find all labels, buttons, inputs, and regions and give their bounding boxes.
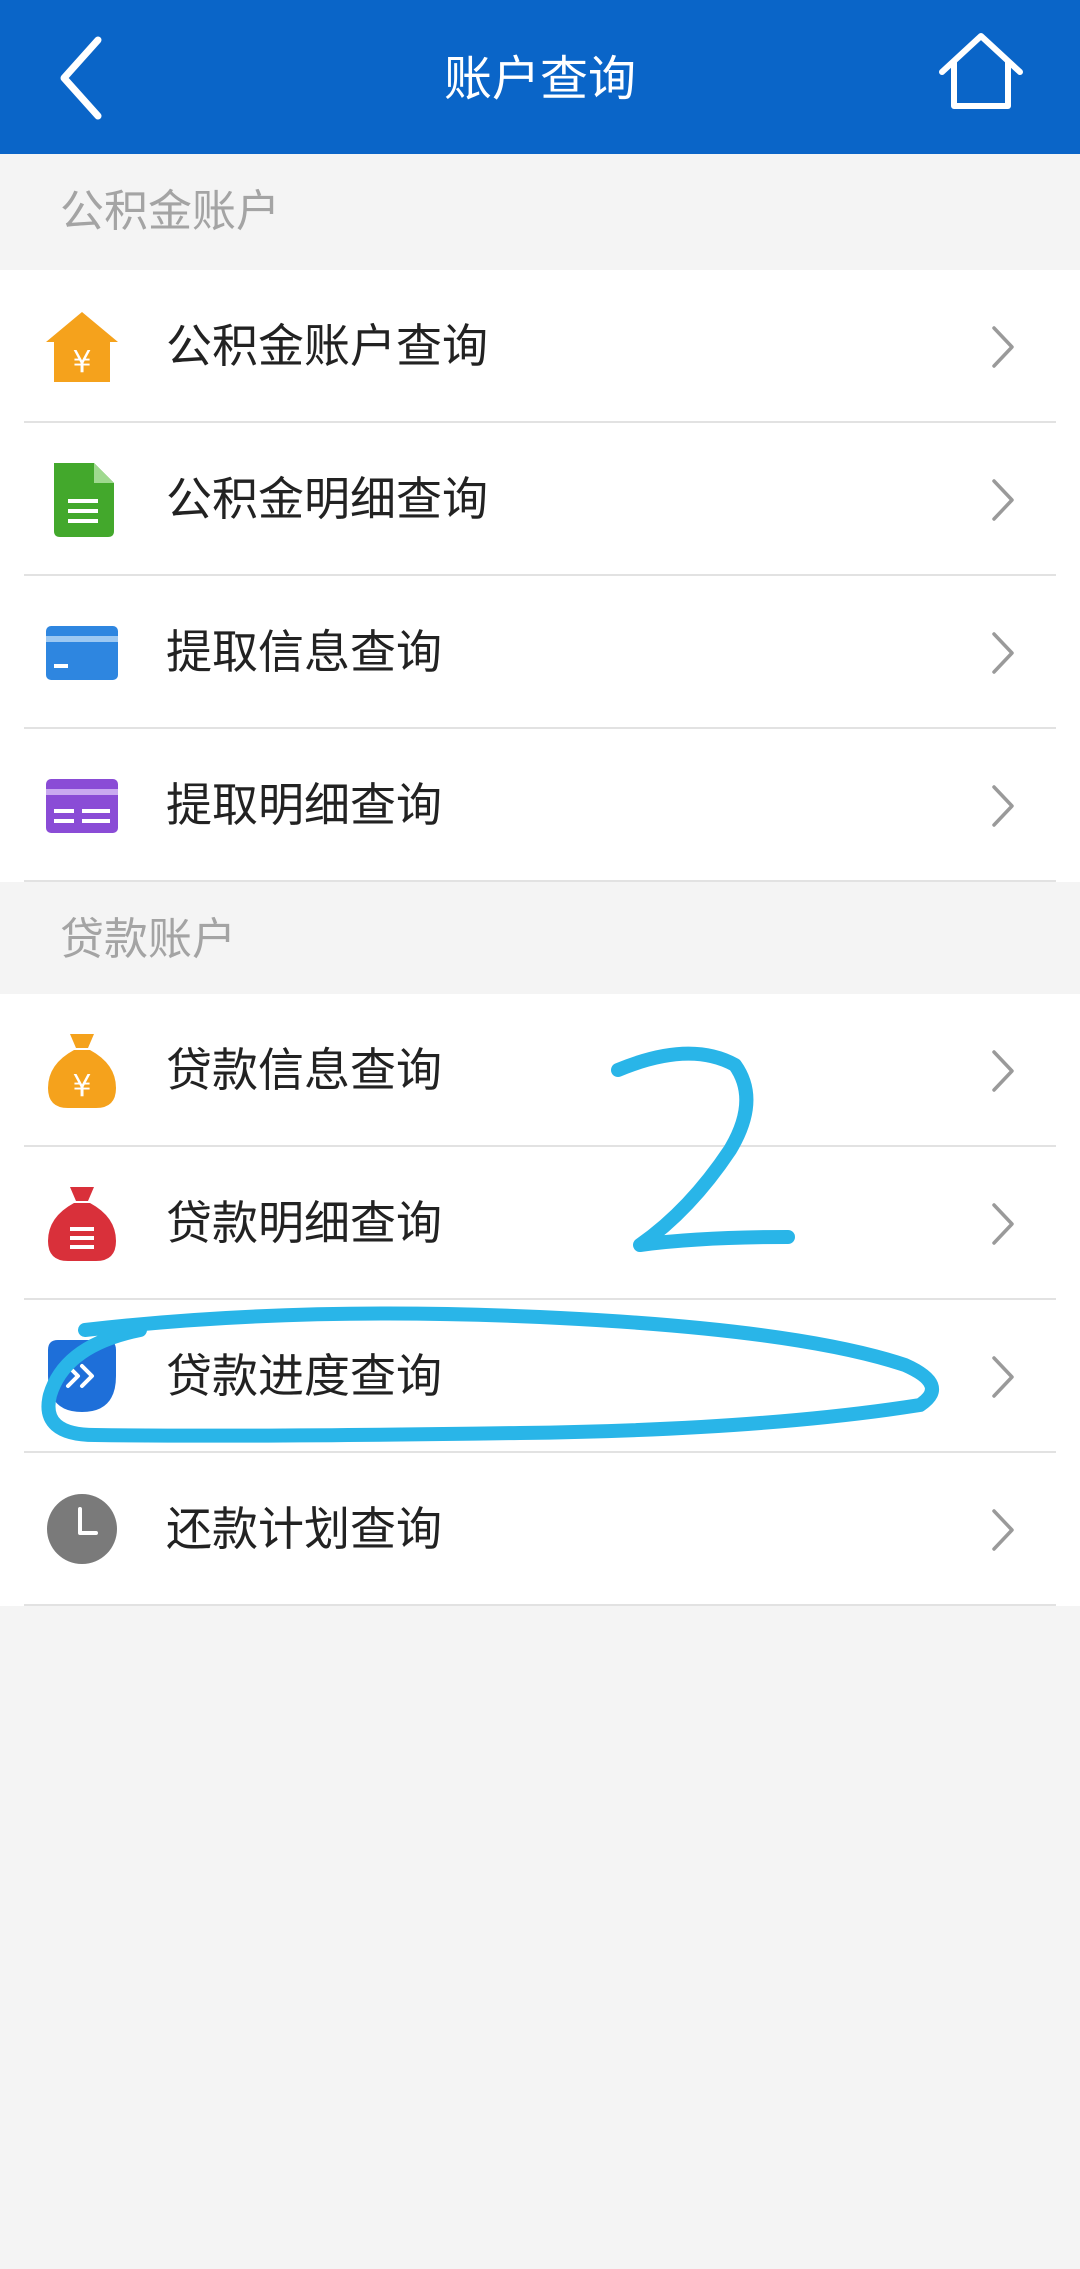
list-item[interactable]: ¥ 贷款信息查询: [0, 994, 1080, 1147]
clock-icon: [47, 1494, 117, 1564]
chevron-right-icon: [992, 1203, 1014, 1245]
list-item-label: 提取明细查询: [166, 778, 442, 832]
chevron-right-icon: [992, 326, 1014, 368]
list-item[interactable]: ¥ 公积金账户查询: [0, 270, 1080, 423]
list-item[interactable]: 提取信息查询: [0, 576, 1080, 729]
chevron-right-icon: [992, 1050, 1014, 1092]
list-item-label: 公积金账户查询: [166, 319, 488, 373]
section-header-loan: 贷款账户: [0, 882, 1080, 998]
list-item-label: 贷款明细查询: [166, 1196, 442, 1250]
card-icon: [46, 626, 118, 680]
card-detail-icon: [46, 779, 118, 833]
list-item-label: 贷款进度查询: [166, 1349, 442, 1403]
top-bar: 账户查询: [0, 0, 1080, 154]
home-icon: [939, 33, 1023, 109]
chevron-right-icon: [992, 479, 1014, 521]
list-item[interactable]: 还款计划查询: [0, 1453, 1080, 1606]
section-title: 贷款账户: [60, 914, 236, 965]
chevron-right-icon: [992, 1356, 1014, 1398]
page-title: 账户查询: [443, 51, 636, 107]
list-item[interactable]: 提取明细查询: [0, 729, 1080, 882]
list-item-label: 提取信息查询: [166, 625, 442, 679]
svg-text:¥: ¥: [72, 1069, 91, 1104]
list-item[interactable]: 贷款明细查询: [0, 1147, 1080, 1300]
list-item-label: 公积金明细查询: [166, 472, 488, 526]
svg-text:¥: ¥: [72, 345, 91, 380]
house-yen-icon: ¥: [46, 312, 118, 382]
list-item-label: 还款计划查询: [166, 1502, 442, 1556]
chevron-right-icon: [992, 785, 1014, 827]
divider: [24, 1604, 1056, 1606]
chevron-right-icon: [992, 632, 1014, 674]
section-header-provident-fund: 公积金账户: [0, 154, 1080, 270]
progress-icon: [48, 1340, 116, 1412]
document-icon: [54, 463, 114, 537]
money-bag-yen-icon: ¥: [48, 1034, 116, 1108]
list-item-label: 贷款信息查询: [166, 1043, 442, 1097]
list-item[interactable]: 公积金明细查询: [0, 423, 1080, 576]
chevron-right-icon: [992, 1509, 1014, 1551]
loan-list: ¥ 贷款信息查询 贷款明细查询 贷款进度查询 还款计划查询: [0, 994, 1080, 1606]
section-title: 公积金账户: [60, 186, 280, 237]
list-item[interactable]: 贷款进度查询: [0, 1300, 1080, 1453]
money-bag-list-icon: [48, 1187, 116, 1261]
home-button[interactable]: [936, 30, 1026, 120]
provident-fund-list: ¥ 公积金账户查询 公积金明细查询 提取信息查询 提取明细查询: [0, 270, 1080, 882]
